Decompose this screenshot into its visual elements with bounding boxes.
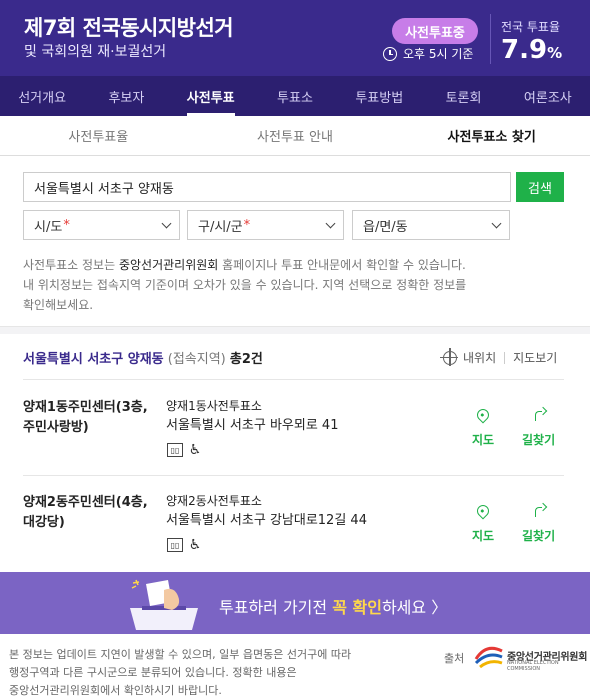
results-tools: 내위치 지도보기 [440, 347, 557, 366]
search-button[interactable]: 검색 [516, 172, 564, 202]
election-subtitle: 및 국회의원 재·보궐선거 [24, 44, 167, 60]
nav-item-early-voting[interactable]: 사전투표 [169, 76, 253, 116]
elevator-icon: ▯▯ [167, 538, 183, 552]
nav-item-overview[interactable]: 선거개요 [0, 76, 84, 116]
select-province[interactable]: 시/도 * [23, 210, 180, 240]
directions-button[interactable]: 길찾기 [522, 407, 555, 448]
map-button[interactable]: 지도 [472, 502, 494, 544]
map-view-button[interactable]: 지도보기 [513, 349, 557, 366]
nav-item-candidates[interactable]: 후보자 [84, 76, 168, 116]
tab-early-turnout[interactable]: 사전투표율 [0, 116, 197, 155]
time-basis: 오후 5시 기준 [383, 45, 473, 62]
ballot-box-icon [130, 579, 198, 630]
my-location-button[interactable]: 내위치 [463, 349, 496, 366]
nav-item-polls[interactable]: 여론조사 [506, 76, 590, 116]
banner-text: 투표하러 가기전 꼭 확인하세요 〉 [219, 598, 448, 617]
tab-early-voting-guide[interactable]: 사전투표 안내 [197, 116, 394, 155]
map-button[interactable]: 지도 [472, 406, 494, 448]
main-nav: 선거개요 후보자 사전투표 투표소 투표방법 토론회 여론조사 [0, 76, 590, 116]
sub-tabs: 사전투표율 사전투표 안내 사전투표소 찾기 [0, 116, 590, 156]
accessibility-icons: ▯▯ ♿ [167, 537, 203, 553]
header-bar: 제7회 전국동시지방선거 및 국회의원 재·보궐선거 사전투표중 오후 5시 기… [0, 0, 590, 76]
nec-english-name: NATIONAL ELECTION COMMISSION [507, 660, 559, 672]
crosshair-icon [440, 347, 458, 366]
wheelchair-icon: ♿ [188, 442, 202, 458]
turn-arrow-icon [532, 503, 546, 519]
election-title: 제7회 전국동시지방선거 [24, 16, 234, 40]
nav-item-polling-place[interactable]: 투표소 [253, 76, 337, 116]
station-name: 양재2동사전투표소 [166, 494, 262, 508]
clock-icon [383, 46, 397, 61]
station-name: 양재1동사전투표소 [166, 399, 262, 413]
results-header: 서울특별시 서초구 양재동 (접속지역) 총2건 [23, 348, 263, 367]
turn-arrow-icon [532, 407, 546, 423]
place-name: 양재2동주민센터(4층, 대강당) [23, 495, 148, 530]
source-label: 출처 [444, 652, 465, 665]
time-text: 오후 5시 기준 [403, 47, 474, 61]
voting-guide-banner[interactable]: 투표하러 가기전 꼭 확인하세요 〉 [0, 572, 590, 634]
place-info: 양재1동사전투표소 서울특별시 서초구 바우뫼로 41 [166, 396, 338, 436]
wheelchair-icon: ♿ [188, 537, 202, 553]
row-divider [23, 379, 564, 380]
status-badge: 사전투표중 [392, 18, 478, 44]
tool-divider [504, 351, 506, 364]
select-town[interactable]: 읍/면/동 [352, 210, 510, 240]
place-info: 양재2동사전투표소 서울특별시 서초구 강남대로12길 44 [166, 491, 367, 531]
map-pin-icon [474, 502, 492, 520]
footer-notice: 본 정보는 업데이트 지연이 발생할 수 있으며, 일부 읍면동은 선거구에 따… [9, 648, 352, 697]
chevron-down-icon [491, 218, 502, 229]
chevron-down-icon [325, 218, 336, 229]
directions-button[interactable]: 길찾기 [522, 503, 555, 544]
nav-item-debates[interactable]: 토론회 [421, 76, 505, 116]
station-address: 서울특별시 서초구 바우뫼로 41 [166, 418, 339, 433]
accessibility-icons: ▯▯ ♿ [167, 442, 203, 458]
turnout-value: 7.9% [501, 35, 563, 65]
search-input[interactable]: 서울특별시 서초구 양재동 [23, 172, 511, 202]
elevator-icon: ▯▯ [167, 443, 183, 457]
header-divider [490, 14, 491, 64]
station-address: 서울특별시 서초구 강남대로12길 44 [166, 513, 367, 528]
row-divider [23, 475, 564, 476]
section-divider [0, 326, 590, 334]
select-district[interactable]: 구/시/군 * [187, 210, 344, 240]
info-notice: 사전투표소 정보는 중앙선거관리위원회 홈페이지나 투표 안내문에서 확인할 수… [23, 258, 467, 312]
chevron-down-icon [161, 218, 172, 229]
results-count: 총2건 [229, 352, 263, 367]
turnout-label: 전국 투표율 [501, 20, 561, 34]
results-location: 서울특별시 서초구 양재동 [23, 352, 164, 367]
location-note: (접속지역) [167, 352, 226, 367]
map-pin-icon [474, 406, 492, 424]
place-name: 양재1동주민센터(3층, 주민사랑방) [23, 400, 148, 435]
nav-item-how-to-vote[interactable]: 투표방법 [337, 76, 421, 116]
tab-find-early-polling-place[interactable]: 사전투표소 찾기 [393, 116, 590, 155]
